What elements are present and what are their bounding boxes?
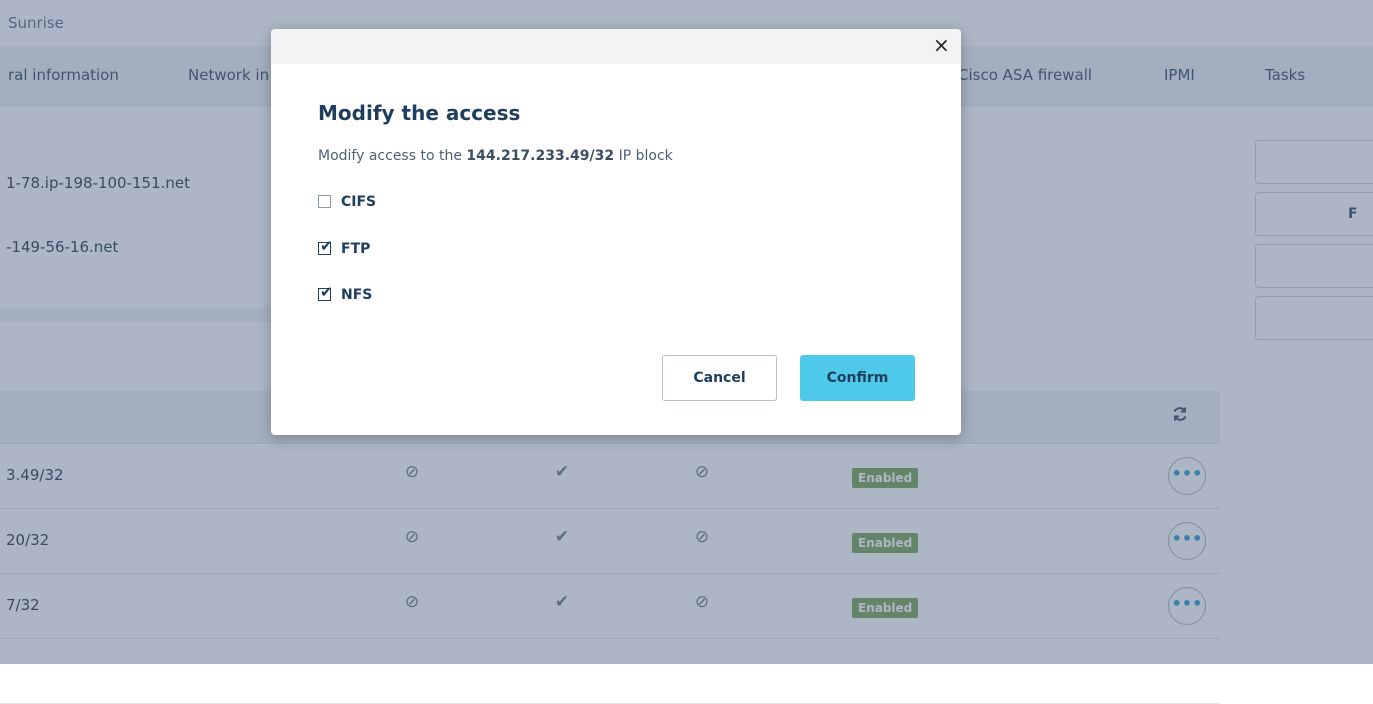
nfs-label: NFS — [341, 287, 373, 303]
ip-block-value: 144.217.233.49/32 — [466, 148, 615, 164]
dialog-description: Modify access to the 144.217.233.49/32 I… — [318, 148, 673, 164]
description-prefix: Modify access to the — [318, 148, 462, 164]
cifs-label: CIFS — [341, 194, 377, 210]
confirm-button[interactable]: Confirm — [800, 355, 915, 401]
close-icon[interactable]: × — [933, 35, 950, 55]
ftp-label: FTP — [341, 241, 371, 257]
ftp-checkbox[interactable]: ✔ — [318, 237, 333, 255]
cancel-button[interactable]: Cancel — [662, 355, 777, 401]
checkmark-icon: ✔ — [320, 283, 333, 301]
modify-access-dialog: × Modify the access Modify access to the… — [271, 29, 961, 435]
dialog-title: Modify the access — [318, 101, 521, 125]
nfs-checkbox[interactable]: ✔ — [318, 283, 333, 301]
option-cifs[interactable]: CIFS — [318, 194, 376, 210]
dialog-header: × — [271, 29, 961, 64]
cifs-checkbox[interactable] — [318, 195, 331, 208]
option-ftp[interactable]: ✔ FTP — [318, 237, 371, 257]
option-nfs[interactable]: ✔ NFS — [318, 283, 373, 303]
description-suffix: IP block — [618, 148, 673, 164]
checkmark-icon: ✔ — [320, 237, 333, 255]
